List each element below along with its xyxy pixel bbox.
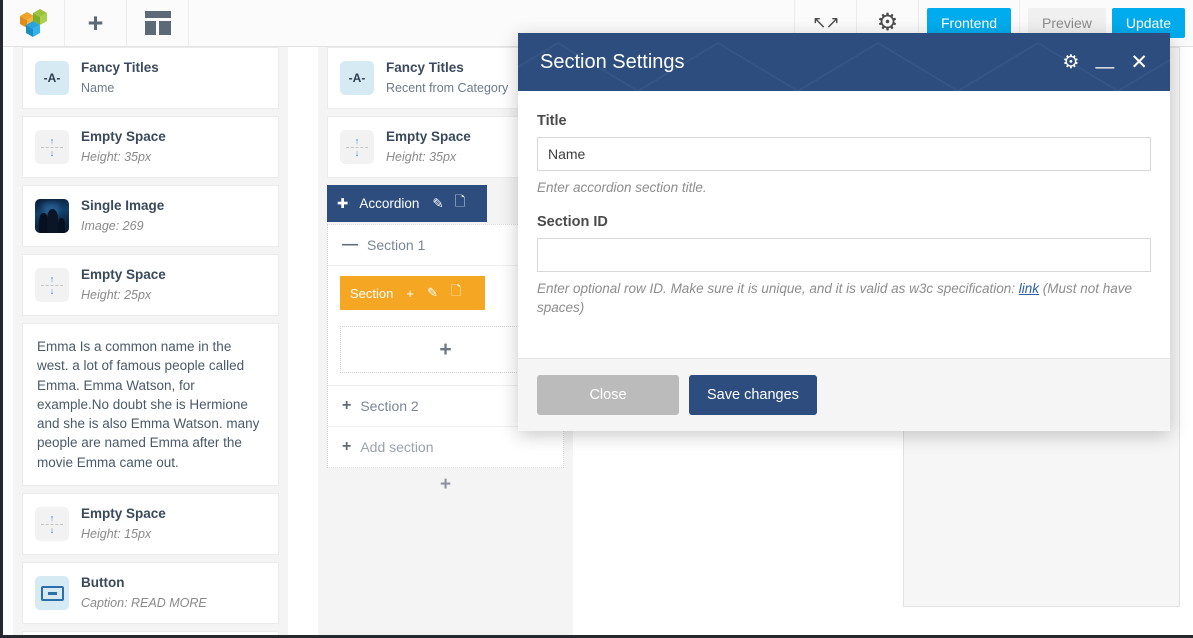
empty-space-icon: ↑ ↓	[35, 507, 69, 542]
element-subtitle: Height: 25px	[81, 288, 152, 302]
section-label: Section	[350, 285, 394, 301]
element-text: Button Caption: READ MORE	[81, 573, 207, 613]
section-id-field-help: Enter optional row ID. Make sure it is u…	[537, 279, 1151, 318]
element-card[interactable]: Button Caption: READ MORE	[22, 562, 279, 625]
title-field-help: Enter accordion section title.	[537, 180, 707, 195]
duplicate-icon[interactable]: 🗋	[455, 192, 466, 215]
element-card[interactable]: ↑ ↓ Empty Space Height: 35px	[22, 116, 279, 178]
modal-body: Title Enter accordion section title. Sec…	[518, 91, 1170, 358]
title-field-label: Title	[537, 113, 567, 129]
element-card[interactable]: ↑ ↓ Empty Space Height: 25px	[22, 254, 279, 316]
element-name: Empty Space	[81, 129, 166, 144]
close-button[interactable]: Close	[537, 374, 679, 415]
column-add-element-button[interactable]: +	[327, 468, 564, 506]
modal-header: Section Settings ⚙ — ✕	[518, 33, 1170, 91]
pencil-icon[interactable]: ✎	[427, 285, 438, 301]
empty-space-icon: ↑ ↓	[340, 130, 374, 164]
minimize-icon[interactable]: —	[1095, 58, 1114, 77]
add-section-label: Add section	[360, 439, 434, 455]
cube-logo-icon	[16, 8, 52, 38]
fancy-titles-icon: -A-	[340, 61, 374, 95]
gear-icon: ⚙	[876, 9, 899, 36]
element-subtitle: Height: 35px	[81, 150, 152, 164]
element-text: Fancy Titles Recent from Category	[386, 58, 508, 98]
accordion-section-2-label: Section 2	[360, 398, 419, 414]
element-name: Empty Space	[81, 267, 166, 282]
element-subtitle: Recent from Category	[386, 81, 509, 95]
section-settings-modal: Section Settings ⚙ — ✕ Title Enter accor…	[518, 33, 1170, 431]
element-card[interactable]: ↑↓ Empty Space Height: 30px	[22, 631, 279, 635]
w3c-spec-link[interactable]: link	[1019, 281, 1039, 296]
element-text: Empty Space Height: 25px	[81, 265, 166, 305]
section-toolbar: Section + ✎ 🗋	[340, 276, 485, 310]
accordion-label: Accordion	[359, 196, 420, 211]
element-subtitle: Height: 35px	[386, 150, 457, 164]
duplicate-icon[interactable]: 🗋	[451, 282, 461, 304]
modal-title: Section Settings	[540, 50, 685, 73]
element-name: Button	[81, 575, 125, 591]
plus-icon: +	[439, 474, 452, 495]
move-arrows-icon[interactable]: ✚	[337, 196, 348, 212]
element-subtitle: Name	[81, 81, 115, 95]
element-name: Single Image	[81, 198, 165, 213]
element-subtitle: Caption: READ MORE	[81, 596, 207, 611]
column-gap	[288, 47, 318, 635]
section-id-field-label: Section ID	[537, 213, 608, 230]
element-name: Fancy Titles	[386, 60, 464, 75]
builder-column-left: -A- Fancy Titles Name ↑ ↓ Empty Space Hei…	[13, 47, 288, 635]
element-text: Empty Space Height: 35px	[386, 127, 471, 167]
add-element-button[interactable]: +	[65, 0, 127, 46]
empty-space-icon: ↑ ↓	[35, 130, 69, 164]
element-text: Empty Space Height: 35px	[81, 127, 166, 167]
element-card[interactable]: Single Image Image: 269	[22, 185, 279, 247]
element-text: Single Image Image: 269	[81, 196, 164, 236]
plus-icon[interactable]: +	[406, 286, 414, 301]
layout-grid-icon	[144, 11, 171, 35]
button-icon	[35, 576, 69, 611]
pencil-icon[interactable]: ✎	[432, 196, 443, 212]
element-card[interactable]: ↑ ↓ Empty Space Height: 15px	[22, 493, 279, 556]
element-name: Empty Space	[386, 129, 471, 144]
element-subtitle: Image: 269	[81, 219, 144, 233]
fancy-titles-icon: -A-	[35, 61, 69, 95]
single-image-icon	[35, 199, 69, 233]
accordion-toolbar: ✚ Accordion ✎ 🗋	[327, 185, 487, 222]
empty-space-icon: ↑ ↓	[35, 268, 69, 302]
text-block-card[interactable]: Emma Is a common name in the west. a lot…	[22, 323, 279, 487]
plus-icon: +	[87, 7, 104, 38]
accordion-section-1-label: Section 1	[367, 237, 426, 253]
logo-button[interactable]	[3, 0, 65, 46]
element-text: Empty Space Height: 15px	[81, 504, 166, 544]
plus-icon: +	[439, 337, 452, 361]
close-icon[interactable]: ✕	[1130, 52, 1148, 73]
element-name: Fancy Titles	[81, 60, 159, 75]
layout-button[interactable]	[127, 0, 189, 46]
expand-arrows-icon: ↖↗	[812, 13, 839, 32]
collapse-icon: —	[342, 236, 358, 253]
element-name: Empty Space	[81, 506, 166, 522]
element-subtitle: Height: 15px	[81, 527, 152, 542]
help-text-before: Enter optional row ID. Make sure it is u…	[537, 280, 1019, 296]
modal-footer: Close Save changes	[518, 357, 1170, 431]
add-section-row[interactable]: + Add section	[328, 427, 563, 467]
modal-header-tools: ⚙ — ✕	[1062, 52, 1148, 77]
expand-icon: +	[342, 397, 352, 414]
section-id-input[interactable]	[537, 237, 1151, 272]
app-window: + ↖↗ ⚙ Frontend Preview Update -A- Fancy…	[0, 0, 1193, 638]
save-changes-button[interactable]: Save changes	[689, 374, 817, 415]
plus-icon: +	[342, 438, 352, 455]
element-text: Fancy Titles Name	[81, 58, 159, 98]
element-card[interactable]: -A- Fancy Titles Name	[22, 47, 279, 109]
title-input[interactable]	[537, 137, 1151, 171]
gear-icon[interactable]: ⚙	[1062, 53, 1079, 72]
